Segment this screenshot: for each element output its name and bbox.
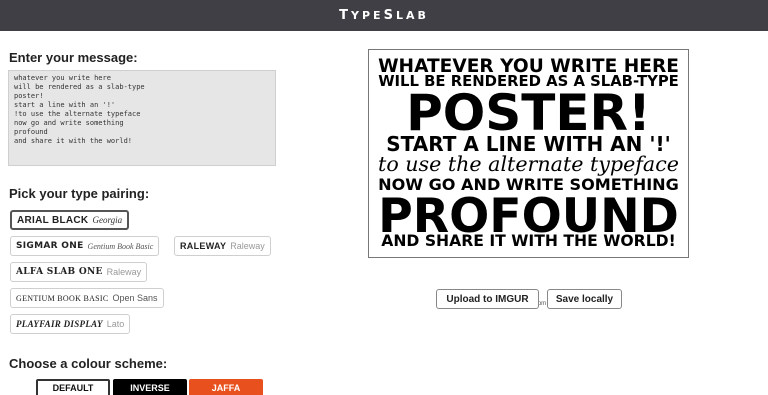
brand-lab: LAB <box>395 9 429 22</box>
pairing-playfair-lato[interactable]: PLAYFAIR DISPLAY Lato <box>10 314 131 334</box>
pairing-primary: ARIAL BLACK <box>17 214 89 226</box>
pairing-arial-black-georgia[interactable]: ARIAL BLACK Georgia <box>10 210 130 230</box>
pairing-sigmar-gentium[interactable]: SIGMAR ONE Gentium Book Basic <box>10 236 160 256</box>
pairing-heading: Pick your type pairing: <box>9 186 150 201</box>
pairing-secondary: Raleway <box>230 241 265 251</box>
pairing-primary: PLAYFAIR DISPLAY <box>16 319 103 329</box>
pairing-secondary: Raleway <box>106 267 142 277</box>
pairing-primary: GENTIUM BOOK BASIC <box>16 293 109 303</box>
colour-heading: Choose a colour scheme: <box>9 356 168 371</box>
pairing-primary: ALFA SLAB ONE <box>16 267 103 277</box>
poster-line: AND SHARE IT WITH THE WORLD! <box>381 232 676 250</box>
upload-imgur-button[interactable]: Upload to IMGUR <box>436 289 539 309</box>
scheme-jaffa-button[interactable]: JAFFA <box>189 379 263 395</box>
pairing-secondary: Open Sans <box>112 293 158 303</box>
poster-preview: WHATEVER YOU WRITE HERE WILL BE RENDERED… <box>368 49 689 307</box>
pairing-gentium-opensans[interactable]: GENTIUM BOOK BASIC Open Sans <box>10 288 164 308</box>
poster-line: START A LINE WITH AN '!' <box>386 132 671 156</box>
top-bar: TYPESLAB <box>0 0 768 31</box>
pairing-secondary: Gentium Book Basic <box>87 241 154 251</box>
pairing-primary: SIGMAR ONE <box>16 241 84 251</box>
brand-letter-s: S <box>383 8 396 23</box>
pairing-raleway-raleway[interactable]: RALEWAY Raleway <box>174 236 271 256</box>
pairing-secondary: Lato <box>106 319 125 329</box>
pairing-secondary: Georgia <box>92 215 123 225</box>
pairing-alfa-slab-raleway[interactable]: ALFA SLAB ONE Raleway <box>10 262 148 282</box>
message-heading: Enter your message: <box>9 50 138 65</box>
brand-letter-t: T <box>339 8 352 23</box>
brand-logo: TYPESLAB <box>0 8 768 23</box>
brand-ype: YPE <box>351 9 384 22</box>
save-locally-button[interactable]: Save locally <box>547 289 622 309</box>
poster-line: POSTER! <box>406 84 651 142</box>
message-textarea[interactable]: whatever you write here will be rendered… <box>8 70 276 166</box>
pairing-primary: RALEWAY <box>180 241 227 251</box>
poster-line-alternate: to use the alternate typeface <box>378 152 679 176</box>
scheme-inverse-button[interactable]: INVERSE <box>113 379 187 395</box>
scheme-default-button[interactable]: DEFAULT <box>36 379 110 395</box>
